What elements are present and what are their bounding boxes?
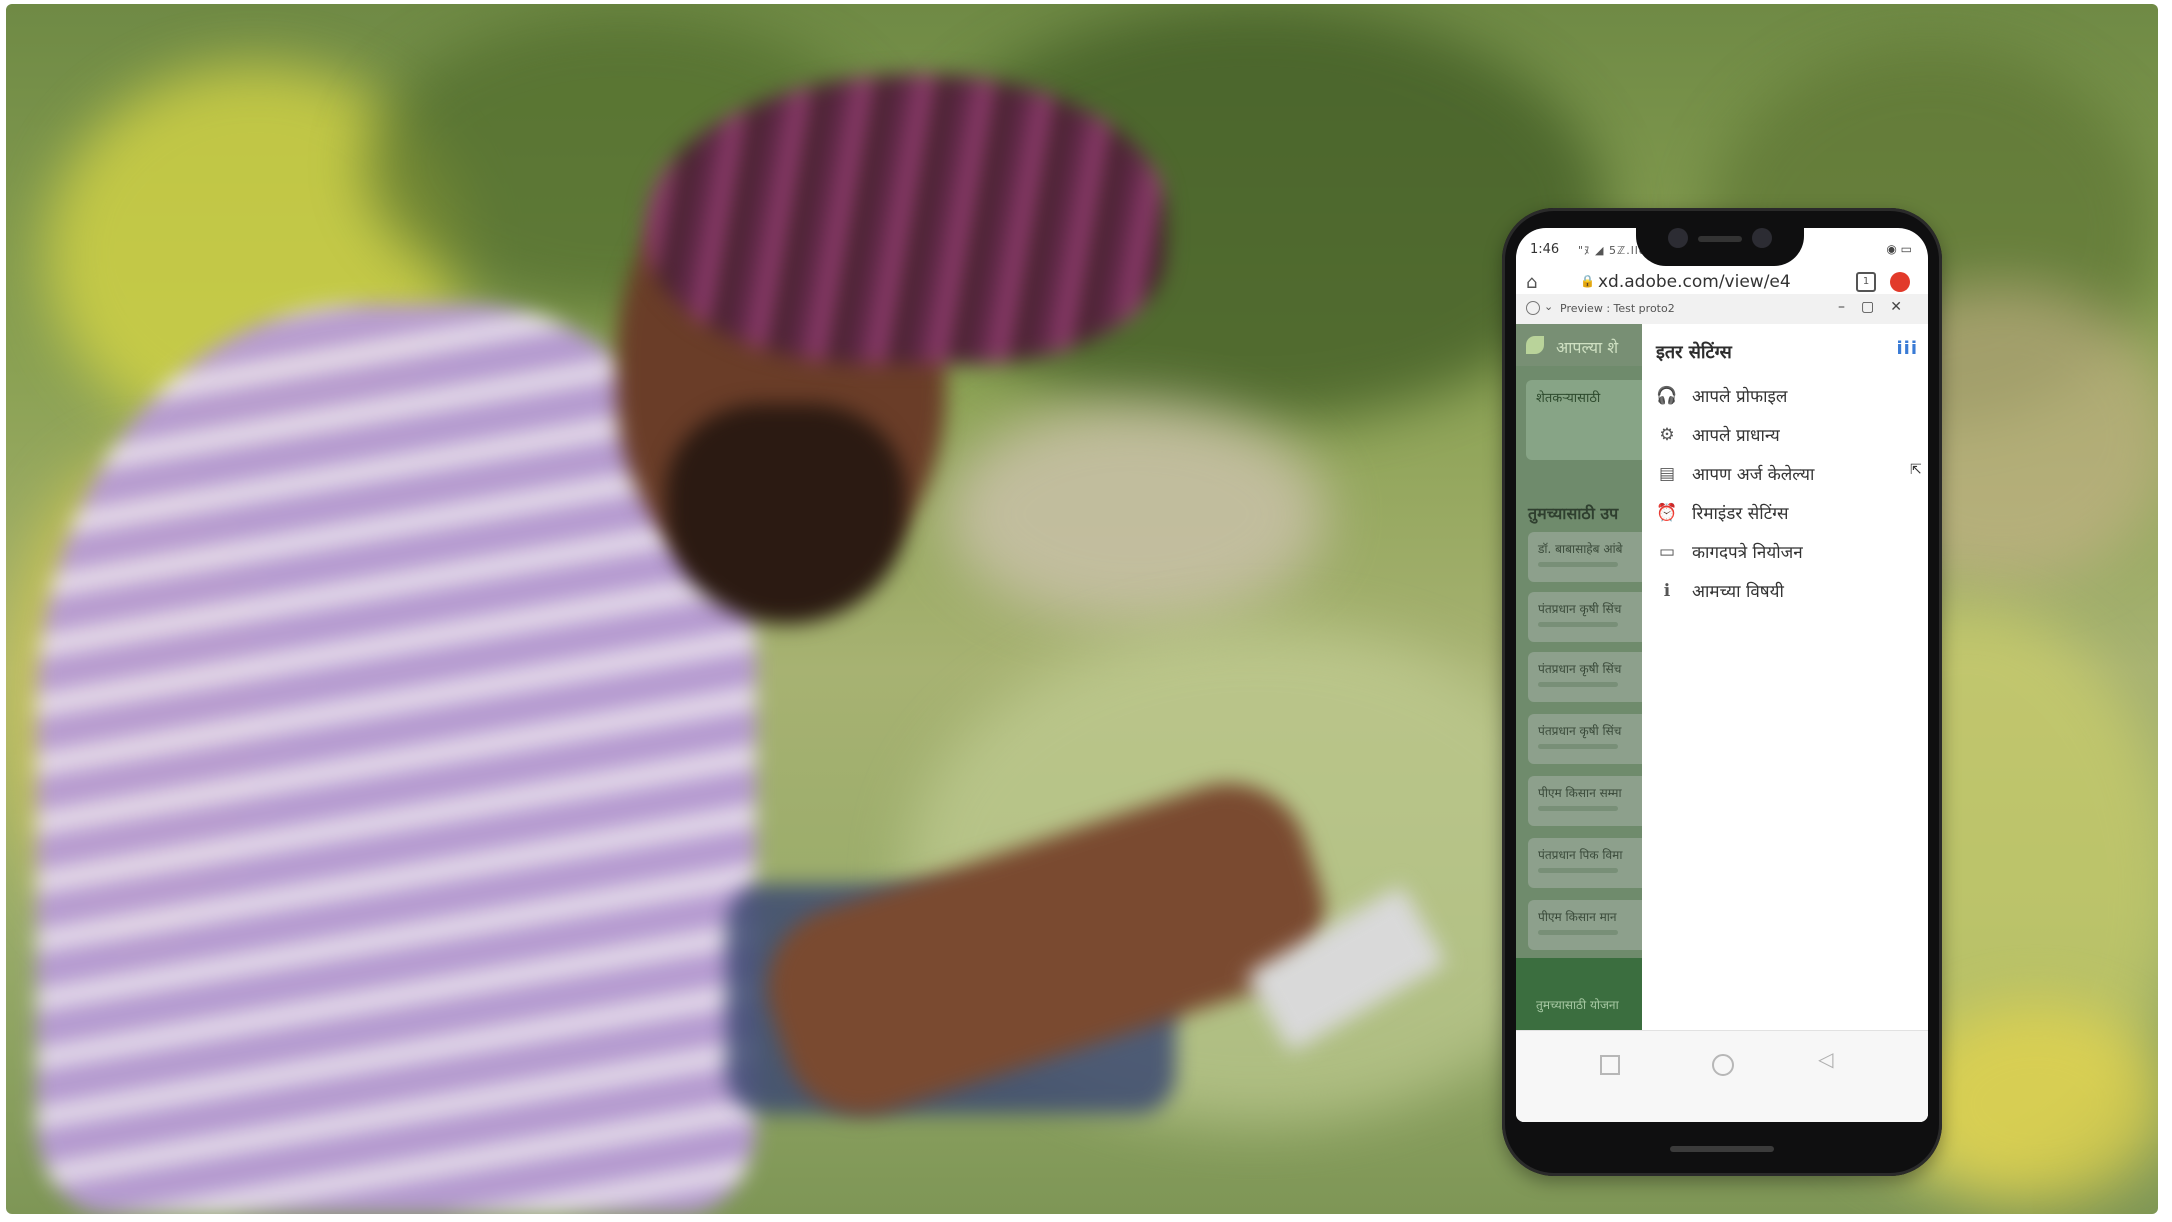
- rock-blur: [946, 404, 1326, 624]
- scheme-card[interactable]: डॉ. बाबासाहेब आंबे: [1528, 532, 1642, 582]
- scheme-card-title: पंतप्रधान पिक विमा: [1538, 848, 1623, 862]
- android-nav-bar: ◁: [1516, 1030, 1928, 1122]
- preview-app-icon: [1526, 301, 1540, 315]
- headset-icon: 🎧: [1656, 385, 1678, 406]
- menu-item-label: आमच्या विषयी: [1692, 582, 1784, 602]
- menu-item-label: आपले प्राधान्य: [1692, 426, 1780, 446]
- recents-icon[interactable]: [1600, 1055, 1620, 1075]
- scheme-card-title: पीएम किसान मान: [1538, 910, 1617, 924]
- id-card-icon: ▭: [1658, 541, 1676, 562]
- browser-menu-icon[interactable]: [1890, 272, 1910, 292]
- document-icon: ▤: [1658, 463, 1676, 484]
- schemes-fab[interactable]: तुमच्यासाठी योजना: [1516, 958, 1642, 1030]
- person-beard: [666, 404, 906, 624]
- speaker-grille: [1698, 236, 1742, 242]
- preview-title: Preview : Test proto2: [1560, 302, 1675, 315]
- scheme-card[interactable]: पीएम किसान मान: [1528, 900, 1642, 950]
- lock-icon: 🔒: [1580, 274, 1595, 288]
- menu-item-label: रिमाइंडर सेटिंग्स: [1692, 504, 1789, 524]
- app-header-title: आपल्या शे: [1556, 338, 1619, 357]
- menu-item-documents[interactable]: ▭ कागदपत्रे नियोजन: [1656, 532, 1814, 571]
- leaf-logo-icon: [1526, 336, 1544, 354]
- scheme-card-title: पंतप्रधान कृषी सिंच: [1538, 602, 1622, 616]
- app-background: आपल्या शे शेतकऱ्यासाठी तुमच्यासाठी उप डॉ…: [1516, 324, 1642, 1030]
- url-text[interactable]: xd.adobe.com/view/e4: [1598, 272, 1791, 292]
- menu-item-label: आपण अर्ज केलेल्या: [1692, 465, 1815, 485]
- scheme-card[interactable]: पंतप्रधान कृषी सिंच: [1528, 592, 1642, 642]
- app-banner: शेतकऱ्यासाठी: [1526, 380, 1642, 460]
- phone-frame: 1:46 "ﾇ ◢ 5ℤ.lle ◉ ▭ ⌂ 🔒 xd.adobe.com/vi…: [1502, 208, 1942, 1176]
- menu-item-label: कागदपत्रे नियोजन: [1692, 543, 1803, 563]
- scheme-card-title: पंतप्रधान कृषी सिंच: [1538, 662, 1622, 676]
- schemes-fab-label: तुमच्यासाठी योजना: [1536, 998, 1619, 1012]
- scheme-card[interactable]: पीएम किसान सम्मा: [1528, 776, 1642, 826]
- scheme-card-title: पीएम किसान सम्मा: [1538, 786, 1622, 800]
- drawer-menu-icon[interactable]: iii: [1896, 338, 1918, 359]
- section-title: तुमच्यासाठी उप: [1528, 504, 1619, 523]
- menu-item-label: आपले प्रोफाइल: [1692, 387, 1788, 407]
- phone-notch: [1636, 214, 1804, 266]
- gear-icon: ⚙: [1659, 424, 1675, 445]
- battery-icon: ◉ ▭: [1886, 242, 1912, 256]
- window-controls[interactable]: –▢✕: [1838, 299, 1918, 315]
- camera-icon: [1752, 228, 1772, 248]
- mouse-cursor-icon: ⇱: [1910, 462, 1922, 478]
- scheme-card[interactable]: पंतप्रधान पिक विमा: [1528, 838, 1642, 888]
- browser-url-bar: ⌂ 🔒 xd.adobe.com/view/e4 1: [1516, 272, 1928, 294]
- drawer-menu-list: 🎧 आपले प्रोफाइल ⚙ आपले प्राधान्य ▤ आपण अ…: [1656, 376, 1814, 610]
- chevron-down-icon[interactable]: ⌄: [1544, 300, 1553, 313]
- drawer-title: इतर सेटिंग्स: [1656, 342, 1732, 363]
- status-time: 1:46: [1530, 242, 1560, 257]
- alarm-icon: ⏰: [1656, 502, 1678, 523]
- scheme-card[interactable]: पंतप्रधान कृषी सिंच: [1528, 714, 1642, 764]
- phone-home-indicator: [1670, 1146, 1774, 1152]
- scheme-card[interactable]: पंतप्रधान कृषी सिंच: [1528, 652, 1642, 702]
- info-icon: ℹ: [1663, 580, 1671, 601]
- phone-screen: 1:46 "ﾇ ◢ 5ℤ.lle ◉ ▭ ⌂ 🔒 xd.adobe.com/vi…: [1516, 228, 1928, 1122]
- menu-item-profile[interactable]: 🎧 आपले प्रोफाइल: [1656, 376, 1814, 415]
- app-banner-text: शेतकऱ्यासाठी: [1536, 391, 1601, 406]
- menu-item-applications[interactable]: ▤ आपण अर्ज केलेल्या: [1656, 454, 1814, 493]
- app-header: आपल्या शे: [1516, 324, 1642, 366]
- foliage-blur: [1906, 1004, 2158, 1204]
- scheme-card-title: पंतप्रधान कृषी सिंच: [1538, 724, 1622, 738]
- preview-window-bar: ⌄ Preview : Test proto2 –▢✕: [1516, 294, 1928, 325]
- home-icon[interactable]: ⌂: [1526, 272, 1537, 293]
- menu-item-about[interactable]: ℹ आमच्या विषयी: [1656, 571, 1814, 610]
- camera-icon: [1668, 228, 1688, 248]
- back-icon[interactable]: ◁: [1818, 1047, 1833, 1071]
- settings-drawer: इतर सेटिंग्स iii 🎧 आपले प्रोफाइल ⚙ आपले …: [1642, 324, 1928, 1030]
- menu-item-reminders[interactable]: ⏰ रिमाइंडर सेटिंग्स: [1656, 493, 1814, 532]
- menu-item-preferences[interactable]: ⚙ आपले प्राधान्य: [1656, 415, 1814, 454]
- home-circle-icon[interactable]: [1712, 1054, 1734, 1076]
- scheme-card-title: डॉ. बाबासाहेब आंबे: [1538, 542, 1623, 556]
- tabs-button[interactable]: 1: [1856, 272, 1876, 292]
